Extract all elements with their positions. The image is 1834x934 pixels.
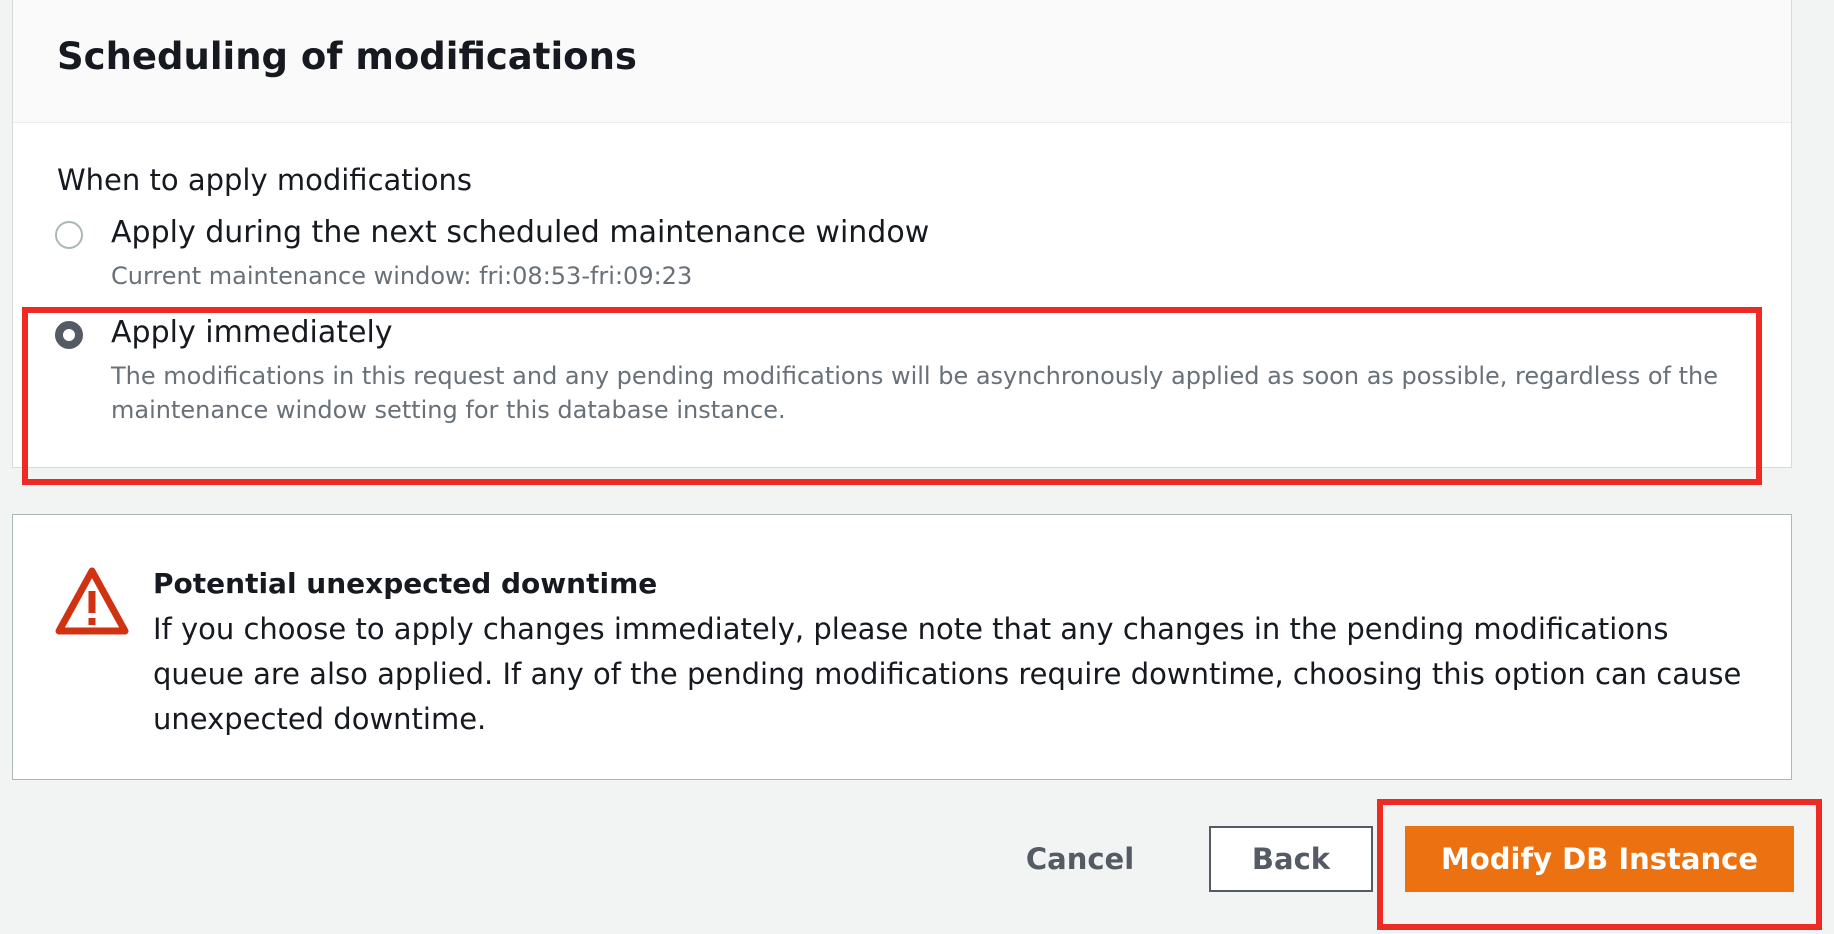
warning-alert: Potential unexpected downtime If you cho… (12, 514, 1792, 780)
radio-label[interactable]: Apply immediately (111, 315, 393, 350)
field-label: When to apply modifications (57, 163, 472, 197)
radio-button-checked[interactable] (55, 321, 83, 349)
warning-triangle-icon (55, 567, 129, 635)
alert-title: Potential unexpected downtime (153, 567, 658, 600)
scheduling-panel: Scheduling of modifications When to appl… (12, 0, 1792, 468)
alert-body: If you choose to apply changes immediate… (153, 612, 1742, 736)
modify-db-instance-button[interactable]: Modify DB Instance (1405, 826, 1794, 892)
radio-button-unchecked[interactable] (55, 221, 83, 249)
radio-label[interactable]: Apply during the next scheduled maintena… (111, 215, 929, 250)
radio-description: The modifications in this request and an… (111, 362, 1719, 424)
cancel-button[interactable]: Cancel (1010, 832, 1150, 886)
back-button[interactable]: Back (1209, 826, 1373, 892)
radio-description: Current maintenance window: fri:08:53-fr… (111, 262, 693, 290)
panel-title: Scheduling of modifications (57, 35, 637, 78)
panel-header: Scheduling of modifications (13, 0, 1791, 123)
